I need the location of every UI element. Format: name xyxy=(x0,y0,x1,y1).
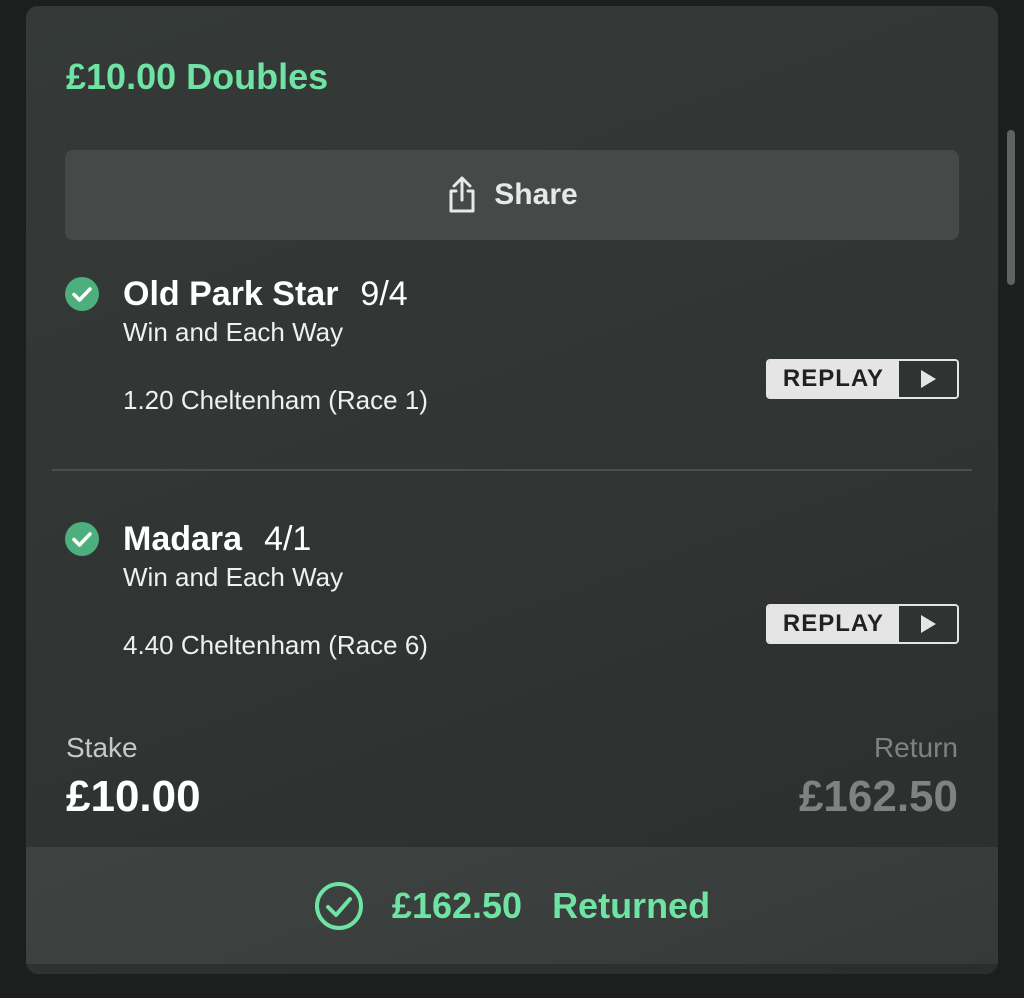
leg-race: 1.20 Cheltenham (Race 1) xyxy=(123,385,428,415)
leg-market: Win and Each Way xyxy=(123,562,344,592)
return-value: £162.50 xyxy=(798,772,958,821)
leg-odds: 4/1 xyxy=(264,520,312,558)
leg-selection-line: Madara 4/1 xyxy=(123,520,311,559)
replay-label: REPLAY xyxy=(768,361,899,397)
leg-market: Win and Each Way xyxy=(123,317,344,347)
check-circle-icon xyxy=(65,522,99,556)
share-label: Share xyxy=(494,178,578,211)
stake-value: £10.00 xyxy=(66,772,201,821)
leg-selection-name: Old Park Star xyxy=(123,275,339,313)
bet-title: £10.00 Doubles xyxy=(66,56,329,97)
replay-button[interactable]: REPLAY xyxy=(766,604,959,644)
replay-label: REPLAY xyxy=(768,606,899,642)
play-icon xyxy=(899,361,957,397)
check-circle-icon xyxy=(65,277,99,311)
stake-label: Stake xyxy=(66,732,138,763)
check-circle-outline-icon xyxy=(314,881,363,930)
share-icon xyxy=(449,176,475,213)
returned-label: Returned xyxy=(552,884,711,926)
bet-card: £10.00 Doubles Share Old Park Star 9/4 Wi… xyxy=(26,6,998,974)
leg-selection-line: Old Park Star 9/4 xyxy=(123,275,408,314)
leg-selection-name: Madara xyxy=(123,520,243,558)
share-button[interactable]: Share xyxy=(65,150,959,240)
leg-race: 4.40 Cheltenham (Race 6) xyxy=(123,630,428,660)
leg-divider xyxy=(52,469,972,471)
play-icon xyxy=(899,606,957,642)
return-label: Return xyxy=(873,732,958,763)
replay-button[interactable]: REPLAY xyxy=(766,359,959,399)
returned-banner: £162.50 Returned xyxy=(26,847,998,964)
returned-amount: £162.50 xyxy=(391,884,523,926)
leg-odds: 9/4 xyxy=(360,275,408,313)
scrollbar[interactable] xyxy=(1007,130,1015,285)
